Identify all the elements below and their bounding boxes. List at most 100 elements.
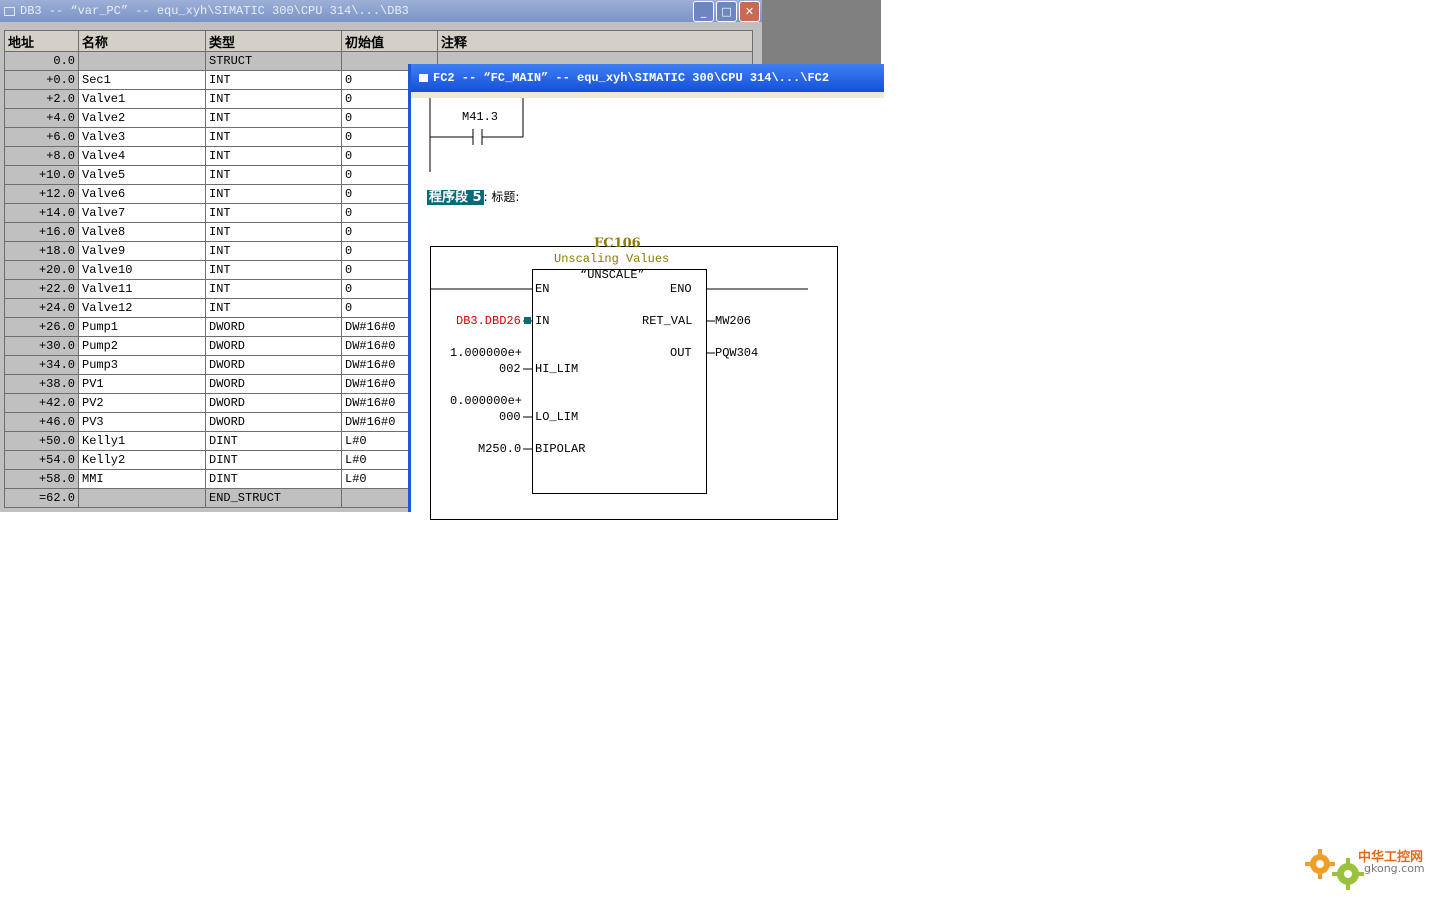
operand-lo-lim-mantissa[interactable]: 0.000000e+ [450,394,522,408]
cell-name[interactable]: Kelly2 [78,450,206,470]
minimize-button[interactable]: _ [693,1,714,22]
cell-name[interactable]: PV2 [78,393,206,413]
window-system-icon[interactable] [4,7,15,16]
cell-address[interactable]: +30.0 [4,336,79,356]
cell-address[interactable]: 0.0 [4,51,79,71]
cell-name[interactable]: Valve10 [78,260,206,280]
cell-address[interactable]: +8.0 [4,146,79,166]
cell-name[interactable]: Sec1 [78,70,206,90]
operand-out[interactable]: PQW304 [715,346,758,360]
pin-ret-val: RET_VAL [642,314,693,328]
cell-type[interactable]: STRUCT [205,51,342,71]
cell-name[interactable]: Valve7 [78,203,206,223]
cell-address[interactable]: +4.0 [4,108,79,128]
cell-name[interactable]: Valve3 [78,127,206,147]
operand-hi-lim-mantissa[interactable]: 1.000000e+ [450,346,522,360]
cell-address[interactable]: +20.0 [4,260,79,280]
operand-lo-lim-exponent[interactable]: 000 [499,410,521,424]
cell-name[interactable] [78,488,206,508]
cell-address[interactable]: +18.0 [4,241,79,261]
pin-lo-lim: LO_LIM [535,410,579,424]
cell-name[interactable]: Valve1 [78,89,206,109]
cell-type[interactable]: INT [205,184,342,204]
cell-type[interactable]: INT [205,146,342,166]
cell-address[interactable]: +50.0 [4,431,79,451]
cell-type[interactable]: END_STRUCT [205,488,342,508]
cell-type[interactable]: DWORD [205,412,342,432]
window-system-icon[interactable] [419,74,428,82]
fc2-title-bar[interactable]: FC2 -- “FC_MAIN” -- equ_xyh\SIMATIC 300\… [411,64,884,92]
contact-operand-label[interactable]: M41.3 [462,110,498,124]
cell-type[interactable]: INT [205,165,342,185]
cell-type[interactable]: INT [205,260,342,280]
column-header-address[interactable]: 地址 [4,30,79,52]
cell-address[interactable]: +10.0 [4,165,79,185]
cell-address[interactable]: =62.0 [4,488,79,508]
cell-address[interactable]: +26.0 [4,317,79,337]
cell-name[interactable]: Valve5 [78,165,206,185]
cell-address[interactable]: +34.0 [4,355,79,375]
column-header-comment[interactable]: 注释 [437,30,753,52]
cell-type[interactable]: DINT [205,469,342,489]
cell-type[interactable]: DWORD [205,393,342,413]
db3-title-bar[interactable]: DB3 -- “var_PC” -- equ_xyh\SIMATIC 300\C… [0,0,762,22]
cell-address[interactable]: +2.0 [4,89,79,109]
cell-name[interactable]: Valve8 [78,222,206,242]
cell-address[interactable]: +38.0 [4,374,79,394]
close-button[interactable]: ✕ [739,1,760,22]
cell-address[interactable]: +46.0 [4,412,79,432]
column-header-initial-value[interactable]: 初始值 [341,30,438,52]
column-header-name[interactable]: 名称 [78,30,206,52]
cell-name[interactable]: Pump3 [78,355,206,375]
operand-ret-val[interactable]: MW206 [715,314,751,328]
cell-address[interactable]: +14.0 [4,203,79,223]
cell-type[interactable]: INT [205,127,342,147]
cell-address[interactable]: +42.0 [4,393,79,413]
cell-name[interactable]: PV1 [78,374,206,394]
cell-name[interactable]: Pump2 [78,336,206,356]
cell-type[interactable]: DWORD [205,355,342,375]
cell-name[interactable]: Pump1 [78,317,206,337]
cell-name[interactable]: MMI [78,469,206,489]
cell-name[interactable]: Kelly1 [78,431,206,451]
cell-type[interactable]: INT [205,279,342,299]
ladder-editor[interactable]: M41.3 程序段 5: 标题: FC106 Unscaling Values … [411,92,884,520]
cell-type[interactable]: DWORD [205,374,342,394]
cell-type[interactable]: DINT [205,450,342,470]
cell-type[interactable]: INT [205,241,342,261]
column-header-type[interactable]: 类型 [205,30,342,52]
cell-type[interactable]: DINT [205,431,342,451]
cell-type[interactable]: INT [205,70,342,90]
maximize-button[interactable]: □ [716,1,737,22]
pin-out: OUT [670,346,692,360]
cell-name[interactable]: Valve12 [78,298,206,318]
cell-name[interactable]: PV3 [78,412,206,432]
cell-type[interactable]: DWORD [205,317,342,337]
cell-type[interactable]: INT [205,89,342,109]
cell-address[interactable]: +24.0 [4,298,79,318]
cell-type[interactable]: DWORD [205,336,342,356]
fc106-block[interactable] [532,269,707,494]
cell-name[interactable]: Valve11 [78,279,206,299]
operand-bipolar[interactable]: M250.0 [478,442,521,456]
cell-type[interactable]: INT [205,203,342,223]
cell-address[interactable]: +54.0 [4,450,79,470]
cell-type[interactable]: INT [205,222,342,242]
cell-address[interactable]: +12.0 [4,184,79,204]
cell-name[interactable]: Valve6 [78,184,206,204]
cell-name[interactable]: Valve2 [78,108,206,128]
cell-name[interactable]: Valve4 [78,146,206,166]
cell-name[interactable] [78,51,206,71]
cell-address[interactable]: +16.0 [4,222,79,242]
cell-address[interactable]: +0.0 [4,70,79,90]
cell-address[interactable]: +58.0 [4,469,79,489]
cell-name[interactable]: Valve9 [78,241,206,261]
operand-hi-lim-exponent[interactable]: 002 [499,362,521,376]
cell-type[interactable]: INT [205,108,342,128]
db3-window-title: DB3 -- “var_PC” -- equ_xyh\SIMATIC 300\C… [20,4,409,18]
network-label[interactable]: 程序段 5: 标题: [427,186,519,206]
cell-type[interactable]: INT [205,298,342,318]
cell-address[interactable]: +22.0 [4,279,79,299]
operand-in[interactable]: DB3.DBD26 [456,314,521,328]
cell-address[interactable]: +6.0 [4,127,79,147]
